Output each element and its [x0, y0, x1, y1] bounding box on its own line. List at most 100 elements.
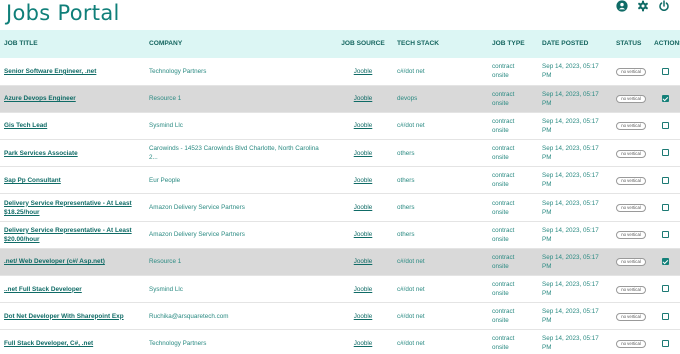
date-posted: Sep 14, 2023, 05:17 — [542, 145, 599, 153]
top-bar: Jobs Portal — [0, 0, 680, 30]
table-row[interactable]: ..net Full Stack Developer Sysmind Llc Joo… — [0, 276, 680, 303]
row-select-checkbox[interactable] — [661, 231, 669, 239]
date-posted: Sep 14, 2023, 05:17 — [542, 63, 599, 71]
actions-cell — [650, 167, 680, 194]
job-title-link[interactable]: Azure Devops Engineer — [4, 95, 76, 102]
status-cell: no vertical — [612, 85, 650, 112]
job-source-cell: Jooble — [333, 221, 393, 248]
status-cell: no vertical — [612, 276, 650, 303]
date-posted-meridiem: PM — [542, 126, 552, 134]
tech-stack-cell: c#/dot net — [397, 67, 425, 75]
column-header-job-source[interactable]: JOB SOURCE — [333, 30, 393, 58]
job-title-link[interactable]: Full Stack Developer, C#, .net — [4, 340, 93, 347]
row-select-checkbox[interactable] — [661, 203, 669, 211]
job-type-cell: contract onsite — [488, 58, 538, 85]
status-cell: no vertical — [612, 112, 650, 139]
job-source-link[interactable]: Jooble — [354, 68, 373, 75]
status-cell: no vertical — [612, 194, 650, 221]
status-badge: no vertical — [616, 176, 646, 185]
company-cell: Amazon Delivery Service Partners — [149, 204, 245, 212]
job-source-link[interactable]: Jooble — [354, 95, 373, 102]
date-posted-cell: Sep 14, 2023, 05:17 PM — [538, 194, 612, 221]
column-header-date-posted[interactable]: DATE POSTED — [538, 30, 612, 58]
job-source-link[interactable]: Jooble — [354, 231, 373, 238]
company-cell: Ruchika@arsquaretech.com — [149, 312, 229, 320]
table-row[interactable]: Delivery Service Representative - At Lea… — [0, 221, 680, 249]
column-header-tech-stack[interactable]: TECH STACK — [393, 30, 488, 58]
job-type-location: onsite — [492, 235, 509, 243]
job-title-cell: Park Services Associate — [0, 140, 145, 167]
job-title-cell: Dot Net Developer With Sharepoint Exp — [0, 303, 145, 330]
tech-stack-cell: c#/dot net — [397, 258, 425, 266]
status-badge: no vertical — [616, 149, 646, 158]
job-type-contract: contract — [492, 253, 515, 261]
job-type-location: onsite — [492, 99, 509, 107]
row-select-checkbox[interactable] — [661, 95, 669, 103]
date-posted: Sep 14, 2023, 05:17 — [542, 308, 599, 316]
job-source-link[interactable]: Jooble — [354, 286, 373, 293]
job-title-link[interactable]: Delivery Service Representative - At Lea… — [4, 200, 132, 216]
table-row[interactable]: Azure Devops Engineer Resource 1 Jooble dev… — [0, 85, 680, 113]
date-posted-cell: Sep 14, 2023, 05:17 PM — [538, 248, 612, 275]
row-select-checkbox[interactable] — [661, 312, 669, 320]
job-title-cell: Delivery Service Representative - At Lea… — [0, 221, 145, 248]
company-cell: Resource 1 — [149, 258, 182, 266]
job-title-link[interactable]: ..net Full Stack Developer — [4, 286, 82, 293]
status-cell: no vertical — [612, 303, 650, 330]
job-title-link[interactable]: Park Services Associate — [4, 150, 78, 157]
job-type-cell: contract onsite — [488, 303, 538, 330]
table-row[interactable]: Delivery Service Representative - At Lea… — [0, 194, 680, 222]
job-title-link[interactable]: Dot Net Developer With Sharepoint Exp — [4, 313, 124, 320]
job-source-link[interactable]: Jooble — [354, 258, 373, 265]
job-type-location: onsite — [492, 290, 509, 298]
row-select-checkbox[interactable] — [661, 285, 669, 293]
job-type-contract: contract — [492, 308, 515, 316]
table-row[interactable]: Senior Software Engineer, .net Technology… — [0, 58, 680, 86]
table-row[interactable]: .net/ Web Developer (c#/ Asp.net) Resourc… — [0, 248, 680, 276]
job-source-cell: Jooble — [333, 58, 393, 85]
job-type-cell: contract onsite — [488, 248, 538, 275]
column-header-company[interactable]: COMPANY — [145, 30, 333, 58]
job-source-cell: Jooble — [333, 140, 393, 167]
date-posted-meridiem: PM — [542, 181, 552, 189]
row-select-checkbox[interactable] — [661, 122, 669, 130]
job-title-link[interactable]: Gis Tech Lead — [4, 122, 47, 129]
status-cell: no vertical — [612, 330, 650, 354]
tech-stack-cell: c#/dot net — [397, 285, 425, 293]
job-source-link[interactable]: Jooble — [354, 122, 373, 129]
job-title-link[interactable]: Delivery Service Representative - At Lea… — [4, 227, 132, 243]
date-posted-meridiem: PM — [542, 154, 552, 162]
job-source-link[interactable]: Jooble — [354, 150, 373, 157]
job-title-cell: Sap Pp Consultant — [0, 167, 145, 194]
date-posted: Sep 14, 2023, 05:17 — [542, 253, 599, 261]
table-row[interactable]: Park Services Associate Carowinds - 14523… — [0, 140, 680, 167]
tech-stack-cell: devops — [397, 95, 418, 103]
row-select-checkbox[interactable] — [661, 176, 669, 184]
row-select-checkbox[interactable] — [661, 67, 669, 75]
table-row[interactable]: Gis Tech Lead Sysmind Llc Jooble c#/dot net… — [0, 112, 680, 140]
power-icon[interactable] — [658, 0, 670, 12]
job-source-link[interactable]: Jooble — [354, 313, 373, 320]
column-header-job-title[interactable]: JOB TITLE — [0, 30, 145, 58]
job-source-link[interactable]: Jooble — [354, 204, 373, 211]
job-source-link[interactable]: Jooble — [354, 177, 373, 184]
actions-cell — [650, 194, 680, 221]
job-title-link[interactable]: .net/ Web Developer (c#/ Asp.net) — [4, 258, 105, 265]
job-title-link[interactable]: Sap Pp Consultant — [4, 177, 61, 184]
user-icon[interactable] — [616, 0, 628, 12]
status-badge: no vertical — [616, 312, 646, 321]
row-select-checkbox[interactable] — [661, 258, 669, 266]
job-type-contract: contract — [492, 117, 515, 125]
column-header-job-type[interactable]: JOB TYPE — [488, 30, 538, 58]
date-posted-meridiem: PM — [542, 344, 552, 352]
gear-icon[interactable] — [637, 0, 649, 12]
job-source-link[interactable]: Jooble — [354, 340, 373, 347]
table-row[interactable]: Sap Pp Consultant Eur People Jooble others c… — [0, 167, 680, 194]
row-select-checkbox[interactable] — [661, 149, 669, 157]
table-row[interactable]: Full Stack Developer, C#, .net Technology… — [0, 330, 680, 354]
table-row[interactable]: Dot Net Developer With Sharepoint Exp Ruc… — [0, 303, 680, 330]
job-type-cell: contract onsite — [488, 85, 538, 112]
job-title-link[interactable]: Senior Software Engineer, .net — [4, 68, 96, 75]
column-header-status[interactable]: STATUS — [612, 30, 650, 58]
row-select-checkbox[interactable] — [661, 339, 669, 347]
